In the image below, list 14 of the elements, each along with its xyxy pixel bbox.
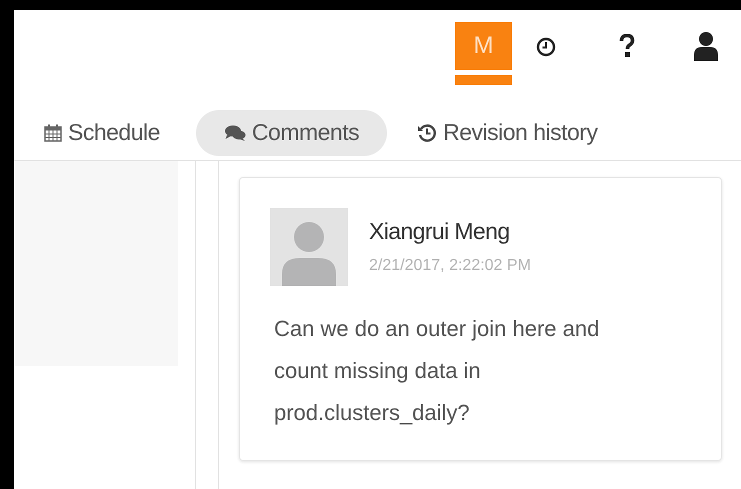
comment-text: Can we do an outer join here and count missing data in prod.clusters_daily? (274, 315, 600, 427)
active-underline (455, 75, 512, 85)
tab[interactable]: Revision history (403, 110, 598, 156)
avatar-icon (270, 208, 348, 286)
clock-icon[interactable] (536, 37, 556, 57)
calendar-icon (44, 124, 62, 142)
chat-icon (224, 124, 246, 142)
history-icon (417, 122, 438, 142)
help-icon[interactable] (619, 34, 635, 58)
comment-author: Xiangrui Meng (369, 218, 511, 245)
tab[interactable]: Comments (196, 110, 388, 156)
comment-time: 2/21/2017, 2:22:02 PM (369, 257, 531, 275)
user-icon[interactable] (693, 31, 719, 61)
tab[interactable]: Schedule (30, 110, 174, 156)
